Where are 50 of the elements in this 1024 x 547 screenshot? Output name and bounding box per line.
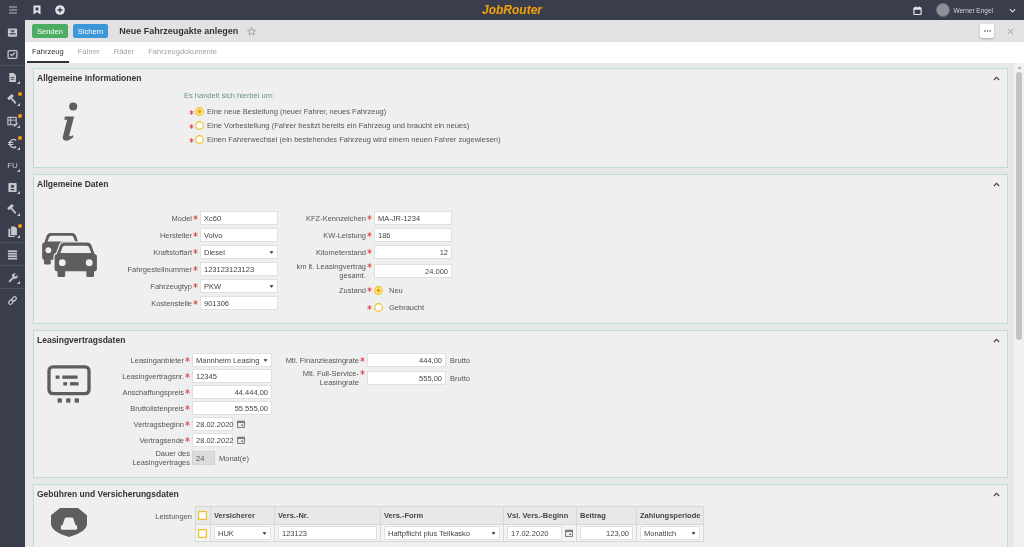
checkbox[interactable] <box>198 511 207 520</box>
car-icon <box>40 230 100 280</box>
contact-card-icon[interactable] <box>7 181 18 193</box>
document-icon[interactable] <box>7 71 18 83</box>
radio-button[interactable] <box>195 107 204 116</box>
caret-icon <box>263 358 268 362</box>
checklist-icon[interactable] <box>7 48 18 60</box>
chevron-down-icon[interactable] <box>1009 7 1016 13</box>
caret-icon <box>262 531 267 535</box>
documents-icon[interactable] <box>7 225 18 237</box>
chevron-up-icon[interactable] <box>993 75 1000 81</box>
radio-button[interactable] <box>374 302 383 312</box>
hammer-icon[interactable] <box>7 203 18 215</box>
euro-icon[interactable] <box>7 137 18 149</box>
section-title: Allgemeine Daten <box>37 179 109 189</box>
caret-icon <box>269 284 274 288</box>
link-icon[interactable] <box>7 294 18 306</box>
chevron-up-icon[interactable] <box>993 337 1000 343</box>
inbox-icon[interactable] <box>7 26 18 38</box>
sidebar-label[interactable]: FU <box>7 160 18 170</box>
list-icon[interactable] <box>7 248 18 260</box>
form-card-icon <box>47 365 91 405</box>
section-title: Allgemeine Informationen <box>37 73 142 83</box>
calendar-icon[interactable] <box>237 420 245 428</box>
hammer-icon[interactable] <box>7 93 18 105</box>
calendar-icon[interactable] <box>565 529 573 537</box>
section-title: Leasingvertragsdaten <box>37 335 126 345</box>
chevron-up-icon[interactable] <box>993 181 1000 187</box>
scrollbar-thumb[interactable] <box>1016 72 1022 340</box>
page-title: Neue Fahrzeugakte anlegen <box>119 26 239 36</box>
more-button[interactable] <box>980 24 994 38</box>
wrench-icon[interactable] <box>7 271 18 283</box>
caret-icon <box>691 531 696 535</box>
menu-icon[interactable] <box>7 5 18 15</box>
caret-icon <box>491 531 496 535</box>
radio-button[interactable] <box>374 285 383 295</box>
radio-button[interactable] <box>195 121 204 130</box>
avatar-icon[interactable] <box>936 3 951 17</box>
star-icon[interactable] <box>247 26 257 36</box>
shield-icon <box>51 508 87 537</box>
caret-icon <box>269 250 274 254</box>
app-logo: JobRouter <box>482 3 542 17</box>
checkbox[interactable] <box>198 528 207 538</box>
add-icon[interactable] <box>55 5 65 15</box>
calendar-icon[interactable] <box>237 436 245 444</box>
radio-button[interactable] <box>195 135 204 144</box>
section-title: Gebühren und Versicherungsdaten <box>37 489 179 499</box>
bookmark-icon[interactable] <box>32 5 42 15</box>
chevron-up-icon[interactable] <box>993 491 1000 497</box>
table-edit-icon[interactable] <box>7 115 18 127</box>
